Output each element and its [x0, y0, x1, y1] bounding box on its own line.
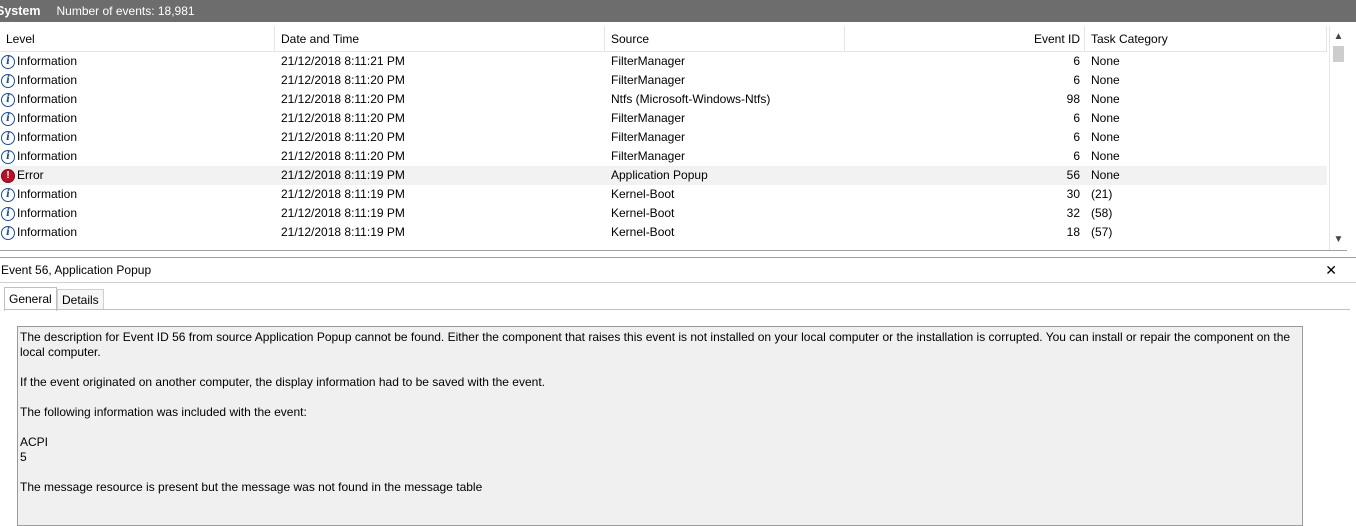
info-icon: i [1, 149, 15, 164]
table-row[interactable]: i Information 21/12/2018 8:11:21 PM Filte… [0, 52, 1327, 71]
error-icon: ! [1, 168, 15, 183]
description-paragraph: The description for Event ID 56 from sou… [20, 330, 1291, 359]
column-header-event-id[interactable]: Event ID [845, 26, 1085, 51]
row-date-time: 21/12/2018 8:11:20 PM [281, 92, 405, 106]
table-row[interactable]: i Information 21/12/2018 8:11:19 PM Kerne… [0, 204, 1327, 223]
event-description[interactable]: The description for Event ID 56 from sou… [17, 326, 1303, 526]
row-task-category: None [1091, 168, 1120, 182]
event-detail-title: Event 56, Application Popup [1, 263, 152, 277]
row-level: Information [17, 54, 78, 68]
row-level: Information [17, 92, 78, 106]
event-detail-header: Event 56, Application Popup ✕ [0, 257, 1356, 283]
table-row[interactable]: i Information 21/12/2018 8:11:19 PM Kerne… [0, 185, 1327, 204]
description-paragraph: If the event originated on another compu… [20, 375, 545, 389]
row-task-category: (21) [1091, 187, 1113, 201]
info-icon: i [1, 206, 15, 221]
event-rows: i Information 21/12/2018 8:11:21 PM Filte… [0, 52, 1327, 242]
row-event-id: 32 [1066, 206, 1080, 220]
row-level: Information [17, 206, 78, 220]
row-source: FilterManager [611, 73, 686, 87]
tab-details[interactable]: Details [57, 289, 104, 310]
row-date-time: 21/12/2018 8:11:21 PM [281, 54, 405, 68]
row-event-id: 6 [1073, 73, 1080, 87]
row-date-time: 21/12/2018 8:11:19 PM [281, 168, 405, 182]
table-row-selected[interactable]: ! Error 21/12/2018 8:11:19 PM Application… [0, 166, 1327, 185]
row-event-id: 56 [1066, 168, 1080, 182]
row-task-category: (57) [1091, 225, 1113, 239]
row-level: Information [17, 187, 78, 201]
row-task-category: (58) [1091, 206, 1113, 220]
row-level: Information [17, 225, 78, 239]
row-event-id: 6 [1073, 54, 1080, 68]
column-header-task-category[interactable]: Task Category [1085, 26, 1327, 51]
table-row[interactable]: i Information 21/12/2018 8:11:19 PM Kerne… [0, 223, 1327, 242]
row-date-time: 21/12/2018 8:11:19 PM [281, 225, 405, 239]
info-icon: i [1, 54, 15, 69]
row-source: FilterManager [611, 111, 686, 125]
row-source: FilterManager [611, 149, 686, 163]
column-header-source[interactable]: Source [605, 26, 845, 51]
info-icon: i [1, 225, 15, 240]
row-date-time: 21/12/2018 8:11:19 PM [281, 187, 405, 201]
row-source: Kernel-Boot [611, 206, 675, 220]
info-icon: i [1, 130, 15, 145]
scroll-up-icon[interactable]: ▲ [1330, 28, 1347, 45]
row-source: Kernel-Boot [611, 187, 675, 201]
row-event-id: 98 [1066, 92, 1080, 106]
row-source: Application Popup [611, 168, 708, 182]
row-task-category: None [1091, 111, 1120, 125]
row-source: Kernel-Boot [611, 225, 675, 239]
row-source: FilterManager [611, 130, 686, 144]
row-level: Error [17, 168, 44, 182]
column-header-level[interactable]: Level [0, 26, 275, 51]
row-event-id: 6 [1073, 111, 1080, 125]
log-title-bar: System Number of events: 18,981 [0, 0, 1356, 22]
row-task-category: None [1091, 149, 1120, 163]
info-icon: i [1, 111, 15, 126]
row-task-category: None [1091, 73, 1120, 87]
tab-general[interactable]: General [4, 287, 57, 311]
info-icon: i [1, 92, 15, 107]
row-date-time: 21/12/2018 8:11:20 PM [281, 73, 405, 87]
row-source: FilterManager [611, 54, 686, 68]
row-level: Information [17, 111, 78, 125]
row-task-category: None [1091, 92, 1120, 106]
row-date-time: 21/12/2018 8:11:20 PM [281, 149, 405, 163]
table-row[interactable]: i Information 21/12/2018 8:11:20 PM Ntfs … [0, 90, 1327, 109]
row-level: Information [17, 130, 78, 144]
row-event-id: 18 [1066, 225, 1080, 239]
table-row[interactable]: i Information 21/12/2018 8:11:20 PM Filte… [0, 147, 1327, 166]
description-line: ACPI [20, 435, 49, 449]
row-date-time: 21/12/2018 8:11:20 PM [281, 111, 405, 125]
row-date-time: 21/12/2018 8:11:19 PM [281, 206, 405, 220]
event-list-header: Level Date and Time Source Event ID Task… [0, 26, 1327, 52]
tab-divider [4, 309, 1350, 310]
description-paragraph: The following information was included w… [20, 405, 307, 419]
row-task-category: None [1091, 130, 1120, 144]
table-row[interactable]: i Information 21/12/2018 8:11:20 PM Filte… [0, 109, 1327, 128]
row-event-id: 30 [1066, 187, 1080, 201]
description-paragraph: The message resource is present but the … [20, 480, 483, 494]
table-row[interactable]: i Information 21/12/2018 8:11:20 PM Filte… [0, 128, 1327, 147]
row-event-id: 6 [1073, 149, 1080, 163]
event-list-scrollbar[interactable]: ▲ ▼ [1329, 26, 1347, 250]
column-header-date-time[interactable]: Date and Time [275, 26, 605, 51]
row-level: Information [17, 73, 78, 87]
scroll-down-icon[interactable]: ▼ [1330, 231, 1347, 248]
row-source: Ntfs (Microsoft-Windows-Ntfs) [611, 92, 771, 106]
scroll-thumb[interactable] [1333, 46, 1344, 62]
description-line: 5 [20, 450, 27, 464]
row-level: Information [17, 149, 78, 163]
info-icon: i [1, 187, 15, 202]
row-task-category: None [1091, 54, 1120, 68]
row-date-time: 21/12/2018 8:11:20 PM [281, 130, 405, 144]
event-list[interactable]: Level Date and Time Source Event ID Task… [0, 26, 1347, 251]
event-count: Number of events: 18,981 [56, 4, 195, 18]
row-event-id: 6 [1073, 130, 1080, 144]
table-row[interactable]: i Information 21/12/2018 8:11:20 PM Filte… [0, 71, 1327, 90]
close-icon[interactable]: ✕ [1325, 258, 1337, 282]
log-name: System [0, 4, 41, 18]
info-icon: i [1, 73, 15, 88]
